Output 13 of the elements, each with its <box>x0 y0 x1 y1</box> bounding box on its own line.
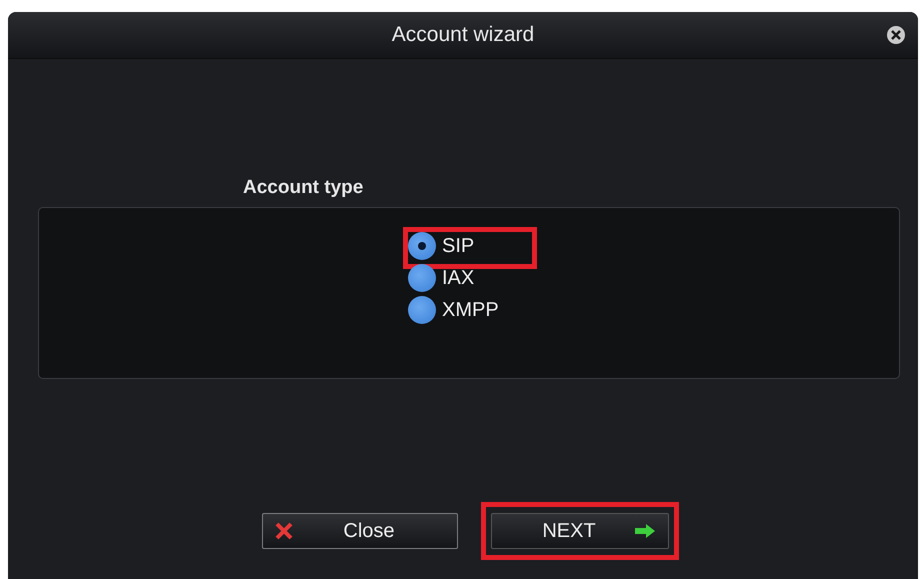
radio-label: IAX <box>442 266 476 290</box>
close-icon <box>275 522 293 540</box>
section-heading: Account type <box>243 177 364 199</box>
close-icon[interactable] <box>886 25 906 45</box>
next-button[interactable]: NEXT <box>491 513 669 549</box>
close-button[interactable]: Close <box>262 513 458 549</box>
radio-button[interactable] <box>408 264 436 292</box>
radio-label: XMPP <box>442 298 500 322</box>
radio-label: SIP <box>442 234 476 258</box>
radio-button[interactable] <box>408 296 436 324</box>
window-title: Account wizard <box>392 23 534 47</box>
arrow-right-icon <box>634 523 656 539</box>
radio-button[interactable] <box>408 232 436 260</box>
